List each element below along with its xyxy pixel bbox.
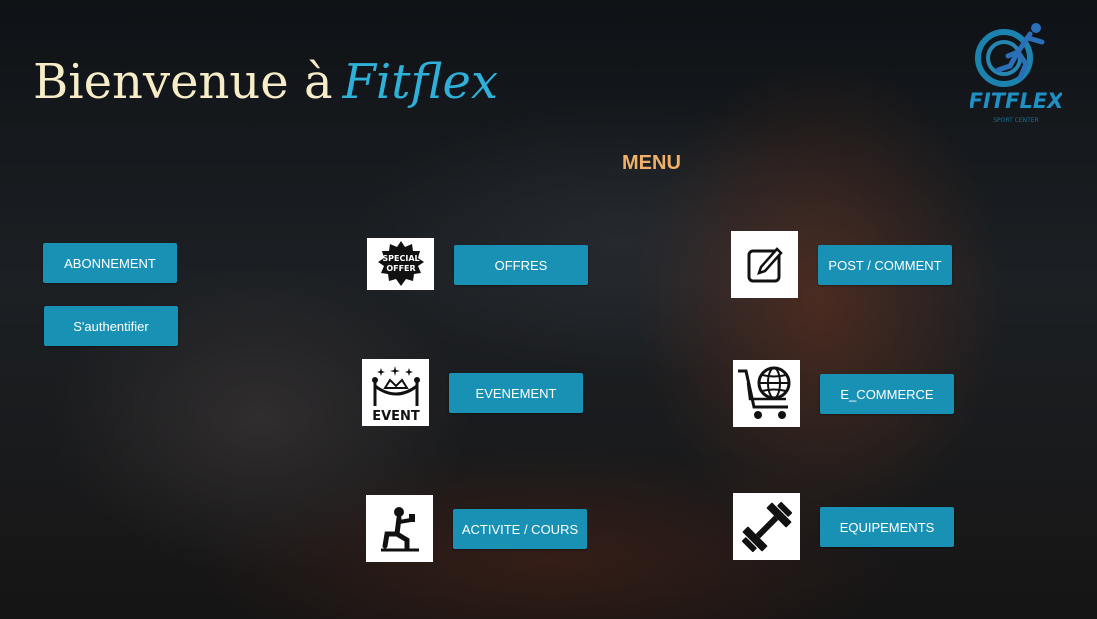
menu-title: MENU	[622, 152, 681, 174]
logo-subtext: SPORT CENTER	[993, 117, 1039, 124]
event-icon[interactable]: EVENT	[362, 359, 429, 426]
special-offer-icon[interactable]: SPECIAL OFFER	[367, 238, 434, 290]
ecommerce-button[interactable]: E_COMMERCE	[820, 374, 954, 414]
workout-person-icon[interactable]	[366, 495, 433, 562]
special-offer-text-2: OFFER	[386, 264, 415, 273]
page-title: Bienvenue à Fitflex	[33, 52, 498, 112]
offres-button[interactable]: OFFRES	[454, 245, 588, 285]
authenticate-button[interactable]: S'authentifier	[44, 306, 178, 346]
logo-text: FITFLEX	[970, 89, 1062, 113]
activite-cours-button[interactable]: ACTIVITE / COURS	[453, 509, 587, 549]
title-prefix: Bienvenue à	[33, 54, 333, 110]
event-icon-text: EVENT	[372, 409, 420, 424]
cart-globe-icon[interactable]	[733, 360, 800, 427]
edit-icon[interactable]	[731, 231, 798, 298]
dumbbell-icon[interactable]	[733, 493, 800, 560]
fitflex-logo: FITFLEX SPORT CENTER	[969, 18, 1065, 126]
evenement-button[interactable]: EVENEMENT	[449, 373, 583, 413]
abonnement-button[interactable]: ABONNEMENT	[43, 243, 177, 283]
equipements-button[interactable]: EQUIPEMENTS	[820, 507, 954, 547]
title-brand: Fitflex	[342, 54, 499, 110]
post-comment-button[interactable]: POST / COMMENT	[818, 245, 952, 285]
special-offer-text-1: SPECIAL	[382, 254, 419, 263]
